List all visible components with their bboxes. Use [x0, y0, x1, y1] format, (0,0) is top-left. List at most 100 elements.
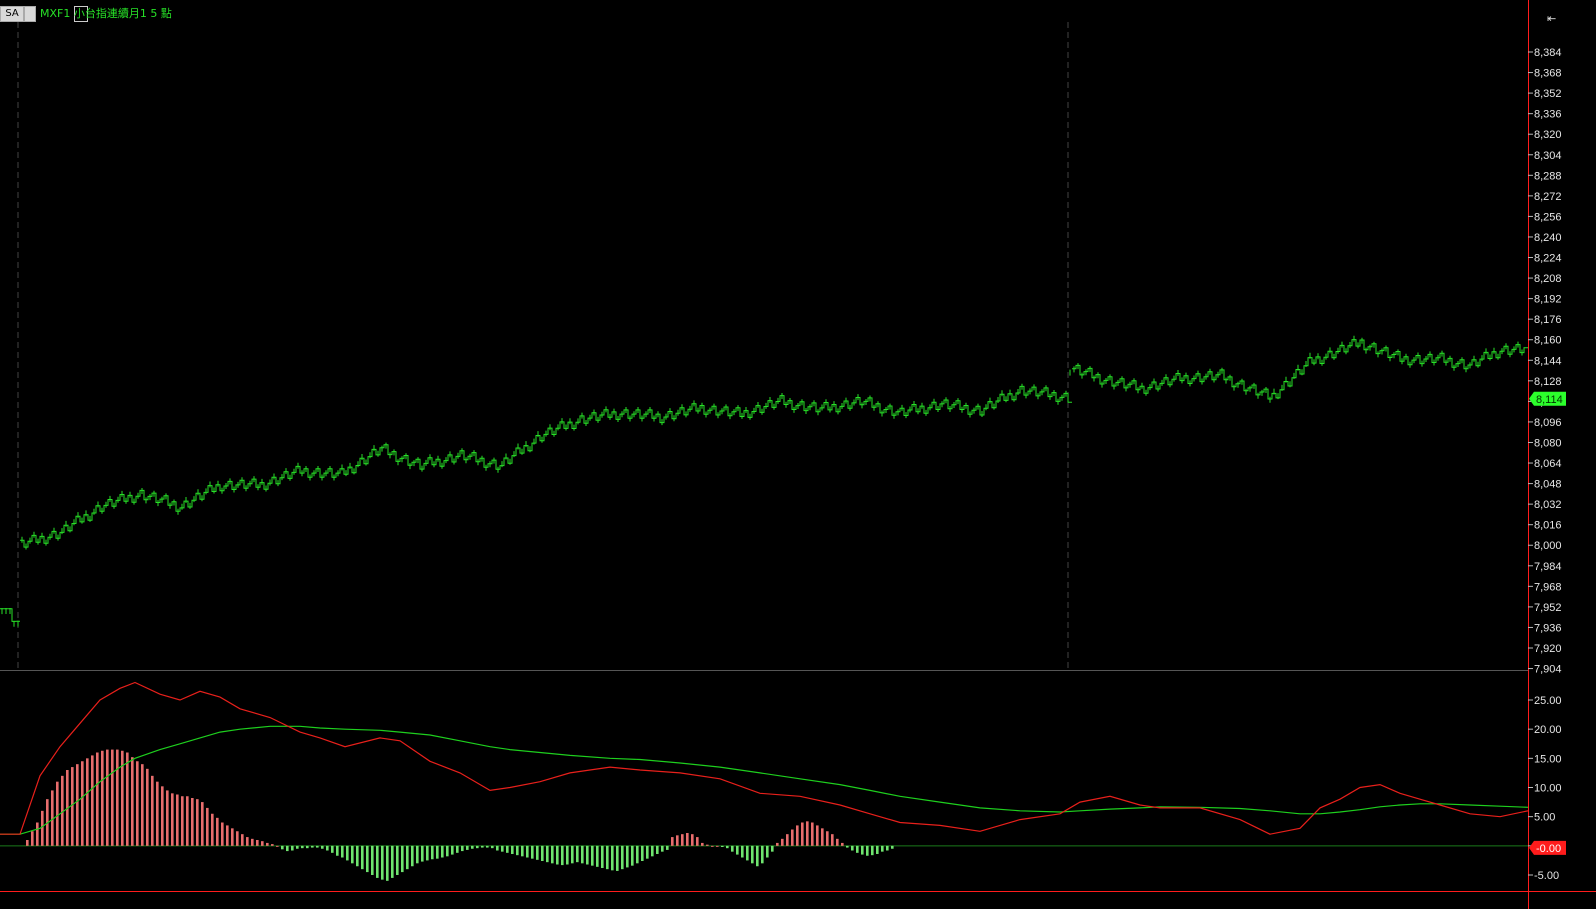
- price-tick-label: 7,952: [1534, 602, 1562, 614]
- osc-bar: [101, 750, 104, 846]
- osc-bar: [36, 822, 39, 846]
- osc-bar: [26, 840, 29, 846]
- osc-bar: [361, 845, 364, 870]
- osc-bar: [506, 845, 509, 853]
- osc-bar: [306, 845, 309, 849]
- osc-tick-label: -5.00: [1534, 870, 1559, 882]
- osc-bar: [261, 841, 264, 846]
- price-tick-label: 8,080: [1534, 437, 1562, 449]
- osc-bar: [601, 845, 604, 868]
- osc-bar: [131, 757, 134, 846]
- osc-bar: [381, 845, 384, 880]
- osc-bar: [861, 845, 864, 855]
- osc-bar: [111, 749, 114, 846]
- osc-bar: [71, 767, 74, 846]
- osc-bar: [191, 798, 194, 846]
- price-tick-label: 8,064: [1534, 458, 1562, 470]
- osc-bar: [611, 845, 614, 871]
- osc-bar: [321, 845, 324, 849]
- price-tick-label: 8,352: [1534, 88, 1562, 100]
- osc-bar: [136, 761, 139, 846]
- osc-bar: [401, 845, 404, 873]
- osc-bar: [41, 810, 44, 846]
- osc-bar: [791, 829, 794, 846]
- price-tick-label: 8,208: [1534, 273, 1562, 285]
- osc-bar: [721, 845, 724, 847]
- osc-bar: [736, 845, 739, 855]
- osc-tick-label: 5.00: [1534, 812, 1555, 824]
- osc-bar: [631, 845, 634, 866]
- osc-bar: [386, 845, 389, 881]
- osc-bar: [91, 755, 94, 846]
- osc-bar: [201, 802, 204, 846]
- osc-bar: [211, 813, 214, 846]
- osc-bar: [291, 845, 294, 851]
- osc-bar: [516, 845, 519, 856]
- osc-bar: [691, 834, 694, 846]
- osc-bar: [661, 845, 664, 852]
- osc-bar: [526, 845, 529, 858]
- osc-bar: [871, 845, 874, 856]
- osc-bar: [591, 845, 594, 866]
- osc-bar: [756, 845, 759, 867]
- price-tick-label: 8,256: [1534, 211, 1562, 223]
- osc-bar: [636, 845, 639, 864]
- osc-bar: [411, 845, 414, 867]
- osc-bar: [546, 845, 549, 863]
- osc-bar: [486, 845, 489, 848]
- osc-bar: [801, 822, 804, 846]
- osc-bar: [31, 831, 34, 846]
- osc-bar: [171, 793, 174, 846]
- osc-bar: [536, 845, 539, 860]
- osc-bar: [231, 828, 234, 846]
- osc-bar: [741, 845, 744, 858]
- osc-bar: [356, 845, 359, 867]
- price-tick-label: 7,936: [1534, 622, 1562, 634]
- osc-bar: [776, 842, 779, 846]
- price-tick-label: 8,176: [1534, 314, 1562, 326]
- osc-bar: [166, 790, 169, 846]
- osc-bar: [821, 828, 824, 846]
- osc-bar: [346, 845, 349, 861]
- last-osc-label: -0.00: [1536, 843, 1561, 855]
- osc-bar: [276, 845, 279, 847]
- osc-bar: [316, 845, 319, 848]
- osc-bar: [726, 845, 729, 849]
- price-tick-label: 8,224: [1534, 253, 1562, 265]
- price-tick-label: 8,032: [1534, 499, 1562, 511]
- osc-bar: [396, 845, 399, 875]
- osc-bar: [496, 845, 499, 851]
- osc-bar: [696, 837, 699, 846]
- osc-bar: [456, 845, 459, 853]
- osc-bar: [226, 825, 229, 846]
- osc-bar: [836, 838, 839, 846]
- price-tick-label: 8,272: [1534, 191, 1562, 203]
- osc-bar: [286, 845, 289, 852]
- osc-bar: [606, 845, 609, 870]
- osc-tick-label: 25.00: [1534, 695, 1562, 707]
- osc-bar: [731, 845, 734, 852]
- osc-bar: [106, 749, 109, 846]
- osc-bar: [336, 845, 339, 856]
- osc-bar: [81, 761, 84, 846]
- osc-bar: [761, 845, 764, 864]
- osc-bar: [186, 796, 189, 846]
- osc-bar: [541, 845, 544, 861]
- price-tick-label: 8,192: [1534, 294, 1562, 306]
- osc-tick-label: 20.00: [1534, 724, 1562, 736]
- osc-bar: [491, 845, 494, 849]
- price-tick-label: 8,368: [1534, 68, 1562, 80]
- osc-bar: [886, 845, 889, 851]
- osc-bar: [441, 845, 444, 858]
- osc-bar: [716, 845, 719, 847]
- osc-bar: [796, 825, 799, 846]
- osc-bar: [241, 834, 244, 846]
- osc-bar: [406, 845, 409, 870]
- osc-bar: [646, 845, 649, 859]
- price-tick-label: 8,240: [1534, 232, 1562, 244]
- price-tick-label: 8,016: [1534, 520, 1562, 532]
- osc-bar: [206, 807, 209, 846]
- osc-bar: [866, 845, 869, 856]
- osc-bar: [476, 845, 479, 849]
- osc-bar: [326, 845, 329, 851]
